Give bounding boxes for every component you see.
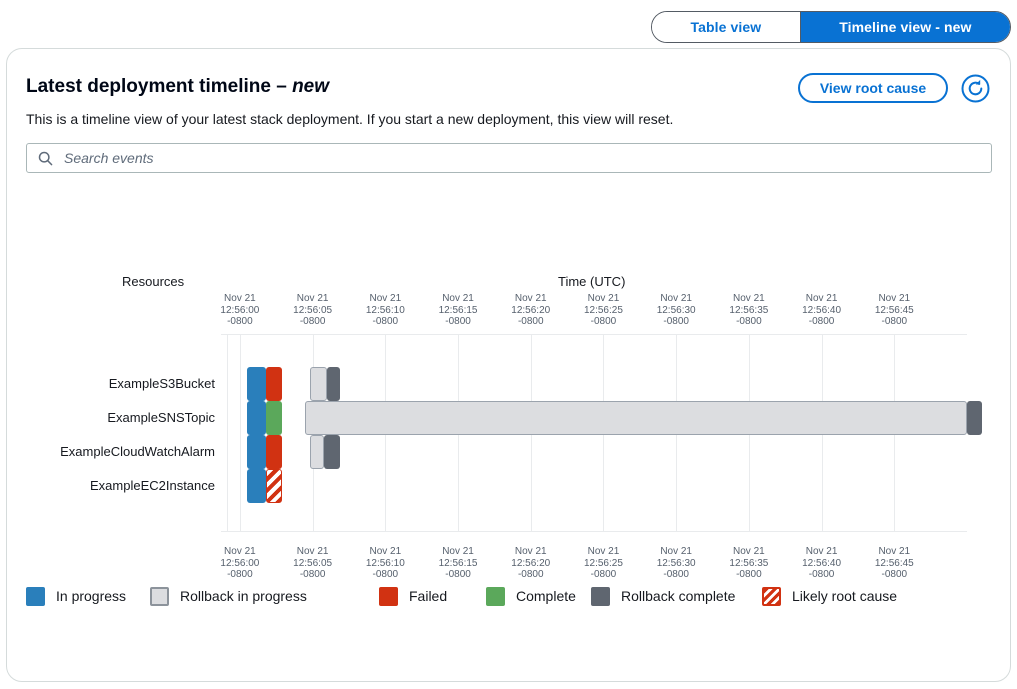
x-tick-label: Nov 2112:56:00-0800 xyxy=(198,293,282,328)
x-tick-label: Nov 2112:56:05-0800 xyxy=(271,293,355,328)
x-tick-label: Nov 2112:56:10-0800 xyxy=(343,546,427,581)
timeline-card: Latest deployment timeline – new This is… xyxy=(6,48,1011,682)
x-tick-label: Nov 2112:56:20-0800 xyxy=(489,546,573,581)
timeline-bar-segment[interactable] xyxy=(967,401,982,435)
timeline-row xyxy=(221,367,967,401)
x-tick-label: Nov 2112:56:30-0800 xyxy=(634,293,718,328)
x-tick-label: Nov 2112:56:45-0800 xyxy=(852,546,936,581)
legend-label: In progress xyxy=(56,588,126,604)
timeline-bar-segment[interactable] xyxy=(266,469,282,503)
x-tick-label: Nov 2112:56:40-0800 xyxy=(780,546,864,581)
x-tick-label: Nov 2112:56:25-0800 xyxy=(561,546,645,581)
x-tick-label: Nov 2112:56:20-0800 xyxy=(489,293,573,328)
x-tick-label: Nov 2112:56:35-0800 xyxy=(707,546,791,581)
chart-legend: In progress Rollback in progress Failed Com… xyxy=(26,584,992,608)
timeline-bar-segment[interactable] xyxy=(327,367,340,401)
timeline-row xyxy=(221,401,967,435)
timeline-bar-segment[interactable] xyxy=(324,435,340,469)
timeline-bar-segment[interactable] xyxy=(247,401,266,435)
timeline-bar-segment[interactable] xyxy=(305,401,967,435)
timeline-bar-segment[interactable] xyxy=(247,435,266,469)
legend-label: Rollback complete xyxy=(621,588,735,604)
x-tick-label: Nov 2112:56:10-0800 xyxy=(343,293,427,328)
legend-swatch xyxy=(486,587,505,606)
timeline-bar-segment[interactable] xyxy=(266,401,282,435)
page-root: Table view Timeline view - new Latest de… xyxy=(0,0,1017,689)
timeline-bar-segment[interactable] xyxy=(247,367,266,401)
timeline-bar-segment[interactable] xyxy=(266,367,282,401)
timeline-bar-segment[interactable] xyxy=(247,469,266,503)
timeline-bar-segment[interactable] xyxy=(310,435,325,469)
resource-label: ExampleSNSTopic xyxy=(0,401,215,435)
x-tick-label: Nov 2112:56:30-0800 xyxy=(634,546,718,581)
tab-timeline-view[interactable]: Timeline view - new xyxy=(801,12,1010,42)
timeline-plot-area xyxy=(221,334,967,532)
view-toggle-group[interactable]: Table view Timeline view - new xyxy=(651,11,1011,43)
x-tick-label: Nov 2112:56:15-0800 xyxy=(416,293,500,328)
resource-label: ExampleEC2Instance xyxy=(0,469,215,503)
y-axis-title: Resources xyxy=(122,274,184,289)
resource-label: ExampleS3Bucket xyxy=(0,367,215,401)
legend-label: Likely root cause xyxy=(792,588,897,604)
legend-item[interactable]: Failed xyxy=(379,584,447,608)
x-tick-label: Nov 2112:56:25-0800 xyxy=(561,293,645,328)
legend-swatch xyxy=(26,587,45,606)
plot-bottom-border xyxy=(221,531,967,532)
legend-label: Rollback in progress xyxy=(180,588,307,604)
x-axis-title: Time (UTC) xyxy=(558,274,625,289)
legend-label: Failed xyxy=(409,588,447,604)
legend-swatch xyxy=(591,587,610,606)
legend-label: Complete xyxy=(516,588,576,604)
deployment-timeline-chart: Resources Time (UTC) Nov 2112:56:00-0800… xyxy=(7,49,1012,683)
plot-top-border xyxy=(221,334,967,335)
legend-item[interactable]: Complete xyxy=(486,584,576,608)
x-tick-label: Nov 2112:56:15-0800 xyxy=(416,546,500,581)
x-tick-label: Nov 2112:56:45-0800 xyxy=(852,293,936,328)
resource-label: ExampleCloudWatchAlarm xyxy=(0,435,215,469)
legend-item[interactable]: In progress xyxy=(26,584,126,608)
legend-swatch xyxy=(762,587,781,606)
legend-item[interactable]: Rollback in progress xyxy=(150,584,307,608)
timeline-bar-segment[interactable] xyxy=(310,367,327,401)
tab-table-view[interactable]: Table view xyxy=(652,12,800,42)
legend-item[interactable]: Rollback complete xyxy=(591,584,735,608)
timeline-row xyxy=(221,469,967,503)
x-tick-label: Nov 2112:56:00-0800 xyxy=(198,546,282,581)
legend-swatch xyxy=(150,587,169,606)
x-tick-label: Nov 2112:56:40-0800 xyxy=(780,293,864,328)
timeline-row xyxy=(221,435,967,469)
legend-item[interactable]: Likely root cause xyxy=(762,584,897,608)
x-tick-label: Nov 2112:56:35-0800 xyxy=(707,293,791,328)
legend-swatch xyxy=(379,587,398,606)
timeline-bar-segment[interactable] xyxy=(266,435,282,469)
x-tick-label: Nov 2112:56:05-0800 xyxy=(271,546,355,581)
